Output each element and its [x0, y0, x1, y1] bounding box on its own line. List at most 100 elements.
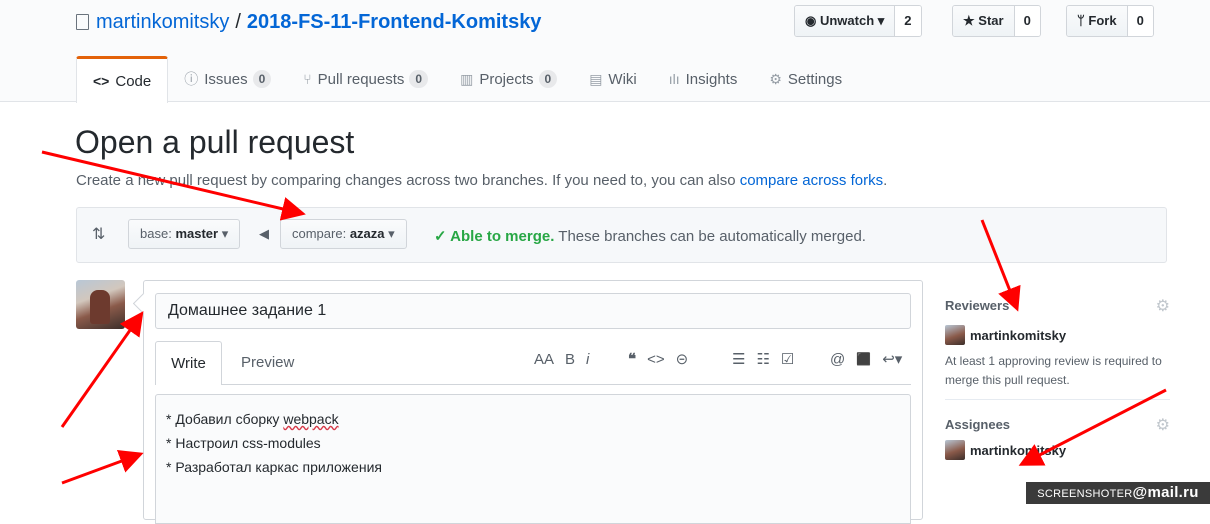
sidebar-divider [945, 399, 1170, 400]
chevron-down-icon: ▾ [388, 226, 395, 241]
assignee-name: martinkomitsky [970, 442, 1067, 458]
issues-counter: 0 [252, 70, 272, 88]
tab-divider [155, 384, 911, 385]
body-line: * Настроил css-modules [166, 431, 900, 455]
star-icon: ★ [963, 13, 979, 28]
pull-requests-counter: 0 [409, 70, 429, 88]
body-line-text: * Добавил сборку [166, 411, 284, 427]
watchers-count[interactable]: 2 [895, 6, 921, 36]
bookmark-icon[interactable]: ⬛ [856, 352, 871, 366]
code-icon[interactable]: <> [647, 351, 665, 368]
quote-icon[interactable]: ❝ [628, 350, 636, 368]
watch-button-group: ◉ Unwatch ▾ 2 [794, 5, 922, 37]
compare-range-box: ⇅ base: master ▾ ◀ compare: azaza ▾ ✓ Ab… [76, 207, 1167, 263]
assignees-header: Assignees ⚙ [945, 416, 1170, 436]
tab-insights[interactable]: ılı Insights [653, 56, 754, 102]
unordered-list-icon[interactable]: ☰ [732, 350, 745, 368]
gear-icon[interactable]: ⚙ [1156, 296, 1170, 316]
body-line-text: * Настроил css-modules [166, 435, 321, 451]
compare-across-forks-link[interactable]: compare across forks [740, 172, 883, 189]
comment-caret [132, 292, 155, 315]
avatar [945, 325, 965, 345]
task-list-icon[interactable]: ☑ [781, 350, 794, 368]
compare-branch-select[interactable]: compare: azaza ▾ [280, 219, 407, 249]
pr-body-textarea[interactable]: * Добавил сборку webpack * Настроил css-… [155, 394, 911, 524]
pull-request-form: Write Preview AA B i ❝ <> ⊝ ☰ ☷ ☑ @ ⬛ ↩▾… [132, 280, 923, 524]
subtitle-end: . [883, 172, 888, 189]
assignee-item[interactable]: martinkomitsky [945, 440, 1170, 460]
annotation-arrow [61, 449, 144, 485]
base-prefix: base: [140, 226, 172, 241]
gear-icon[interactable]: ⚙ [1156, 415, 1170, 435]
reviewers-heading: Reviewers [945, 298, 1010, 313]
watermark-left: SCREENSHOTER [1037, 488, 1133, 500]
projects-counter: 0 [538, 70, 558, 88]
page-subtitle: Create a new pull request by comparing c… [76, 172, 887, 189]
star-button-group: ★ Star 0 [952, 5, 1041, 37]
mention-icon[interactable]: @ [830, 351, 845, 368]
repo-nav-tabs: <> Code ⓘ Issues 0 ⑂ Pull requests 0 ▥ Project… [76, 56, 858, 103]
project-icon: ▥ [460, 70, 474, 87]
reviewers-header: Reviewers ⚙ [945, 297, 1170, 317]
star-label: Star [978, 13, 1004, 28]
pr-sidebar: Reviewers ⚙ martinkomitsky At least 1 ap… [945, 297, 1170, 460]
avatar-figure [90, 290, 110, 324]
chevron-down-icon: ▾ [221, 226, 229, 241]
markdown-toolbar-blocks: ❝ <> ⊝ [628, 347, 699, 371]
tab-write[interactable]: Write [155, 341, 222, 385]
unwatch-label: Unwatch ▾ [819, 13, 885, 28]
repo-header: martinkomitsky / 2018-FS-11-Frontend-Komit… [0, 0, 1210, 103]
reply-icon[interactable]: ↩▾ [882, 350, 902, 368]
tab-settings[interactable]: ⚙ Settings [753, 56, 858, 102]
stars-count[interactable]: 0 [1014, 6, 1040, 36]
tab-code[interactable]: <> Code [76, 56, 169, 103]
merge-status-text: These branches can be automatically merg… [558, 228, 866, 245]
arrow-left-icon: ◀ [259, 226, 269, 241]
tab-issues-label: Issues [204, 70, 248, 88]
pull-request-icon: ⑂ [303, 71, 312, 87]
tab-projects[interactable]: ▥ Projects 0 [444, 56, 573, 102]
base-branch-select[interactable]: base: master ▾ [128, 219, 241, 249]
code-icon: <> [93, 73, 110, 89]
tab-preview[interactable]: Preview [241, 341, 294, 385]
link-icon[interactable]: ⊝ [676, 350, 689, 368]
fork-label: Fork [1088, 13, 1117, 28]
review-required-note: At least 1 approving review is required … [945, 354, 1162, 387]
tab-wiki[interactable]: ▤ Wiki [573, 56, 653, 102]
unwatch-button[interactable]: ◉ Unwatch ▾ [795, 6, 896, 36]
watermark-right: @mail.ru [1132, 484, 1199, 501]
body-line: * Добавил сборку webpack [166, 407, 900, 431]
tab-pull-requests-label: Pull requests [317, 70, 405, 88]
able-to-merge-label: ✓ Able to merge. [434, 228, 555, 245]
fork-button-group: ᛘ Fork 0 [1066, 5, 1154, 37]
pr-title-input[interactable] [155, 293, 911, 329]
compare-branch-name: azaza [349, 226, 385, 241]
repo-owner-link[interactable]: martinkomitsky [96, 11, 229, 33]
book-icon: ▤ [589, 70, 603, 87]
avatar [945, 440, 965, 460]
tab-issues[interactable]: ⓘ Issues 0 [168, 56, 287, 102]
bold-icon[interactable]: B [565, 351, 575, 368]
reviewer-name: martinkomitsky [970, 327, 1067, 343]
fork-button[interactable]: ᛘ Fork [1067, 6, 1128, 36]
repo-name-link[interactable]: 2018-FS-11-Frontend-Komitsky [247, 11, 542, 33]
screenshoter-watermark: SCREENSHOTER@mail.ru [1026, 482, 1210, 504]
star-button[interactable]: ★ Star [953, 6, 1015, 36]
tab-settings-label: Settings [787, 70, 843, 88]
reviewer-item[interactable]: martinkomitsky [945, 325, 1170, 345]
forks-count[interactable]: 0 [1127, 6, 1153, 36]
fork-icon: ᛘ [1077, 13, 1089, 28]
git-compare-icon: ⇅ [92, 226, 106, 243]
markdown-toolbar-lists: ☰ ☷ ☑ [732, 347, 805, 371]
page-title: Open a pull request [75, 124, 355, 160]
tab-code-label: Code [115, 72, 152, 90]
tab-pull-requests[interactable]: ⑂ Pull requests 0 [287, 56, 444, 102]
avatar[interactable] [76, 280, 125, 329]
repo-title: martinkomitsky / 2018-FS-11-Frontend-Komit… [76, 9, 541, 35]
header-icon[interactable]: AA [534, 351, 554, 368]
eye-icon: ◉ [805, 13, 820, 28]
body-line: * Разработал каркас приложения [166, 455, 900, 479]
italic-icon[interactable]: i [586, 351, 589, 368]
ordered-list-icon[interactable]: ☷ [756, 350, 769, 368]
annotation-arrow [60, 311, 144, 428]
